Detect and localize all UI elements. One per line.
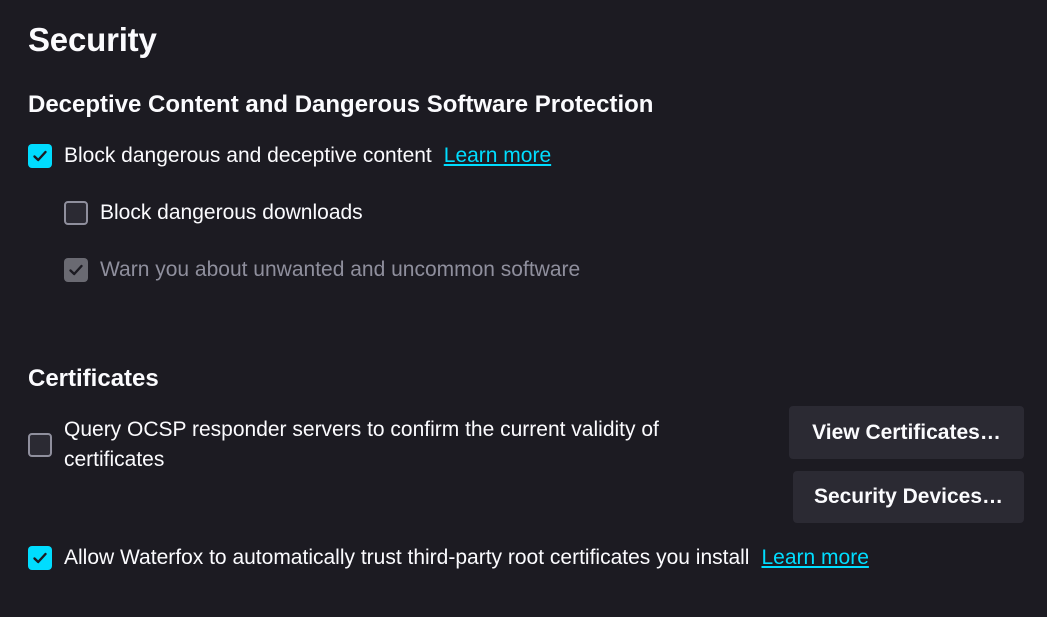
view-certificates-button[interactable]: View Certificates… <box>789 406 1024 459</box>
warn-unwanted-row: Warn you about unwanted and uncommon sof… <box>64 255 580 285</box>
block-deceptive-learn-more-link[interactable]: Learn more <box>444 141 551 171</box>
certificates-section-heading: Certificates <box>28 365 159 392</box>
security-devices-button[interactable]: Security Devices… <box>793 471 1024 523</box>
block-downloads-checkbox[interactable] <box>64 201 88 225</box>
block-deceptive-checkbox[interactable] <box>28 144 52 168</box>
ocsp-checkbox[interactable] <box>28 433 52 457</box>
checkmark-icon <box>33 552 47 564</box>
trust-third-party-learn-more-link[interactable]: Learn more <box>761 543 868 573</box>
trust-third-party-label[interactable]: Allow Waterfox to automatically trust th… <box>64 543 749 573</box>
block-deceptive-label[interactable]: Block dangerous and deceptive content <box>64 141 432 171</box>
trust-third-party-row: Allow Waterfox to automatically trust th… <box>28 543 869 573</box>
block-deceptive-row: Block dangerous and deceptive content Le… <box>28 141 551 171</box>
block-downloads-label[interactable]: Block dangerous downloads <box>100 198 363 228</box>
block-downloads-row: Block dangerous downloads <box>64 198 363 228</box>
ocsp-row: Query OCSP responder servers to confirm … <box>28 415 718 475</box>
ocsp-label[interactable]: Query OCSP responder servers to confirm … <box>64 415 718 475</box>
checkmark-icon <box>33 150 47 162</box>
page-title: Security <box>28 21 157 58</box>
warn-unwanted-label: Warn you about unwanted and uncommon sof… <box>100 258 581 281</box>
trust-third-party-checkbox[interactable] <box>28 546 52 570</box>
checkmark-icon <box>69 264 83 276</box>
deceptive-section-heading: Deceptive Content and Dangerous Software… <box>28 91 654 118</box>
warn-unwanted-checkbox <box>64 258 88 282</box>
